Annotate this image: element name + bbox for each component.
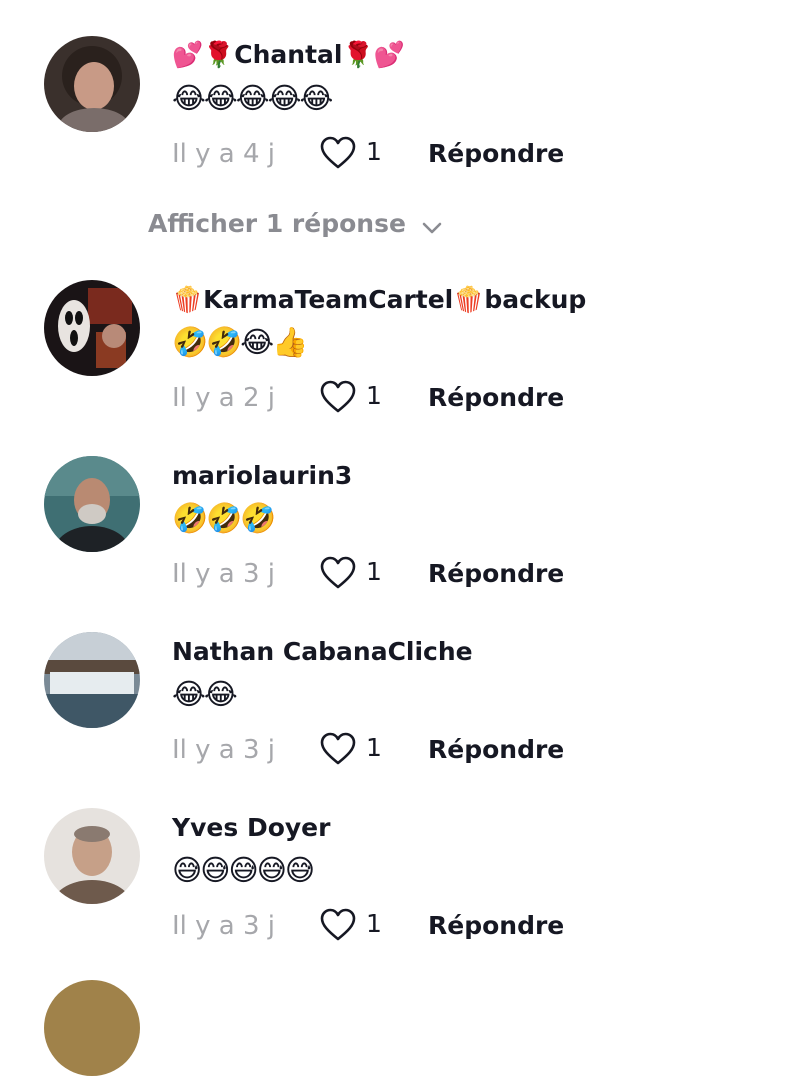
comment-actions: Il y a 3 j 1 Répondre [172, 730, 732, 770]
comment-time: Il y a 4 j [172, 139, 276, 169]
heart-outline-icon [320, 908, 356, 941]
heart-outline-icon [320, 136, 356, 169]
comment-username[interactable]: 💕🌹Chantal🌹💕 [172, 38, 405, 72]
comment-username[interactable]: Yves Doyer [172, 811, 330, 845]
heart-outline-icon [320, 556, 356, 589]
comment-text: 🤣🤣🤣 [172, 501, 276, 535]
avatar-image [44, 632, 140, 728]
like-count: 1 [366, 557, 382, 586]
avatar[interactable] [44, 36, 140, 132]
reply-button[interactable]: Répondre [428, 134, 564, 174]
avatar-image [44, 808, 140, 904]
comment-text: 😂😂 [172, 677, 238, 711]
chevron-down-icon [422, 222, 442, 233]
view-replies-label: Afficher 1 réponse [148, 209, 406, 238]
avatar[interactable] [44, 280, 140, 376]
like-count: 1 [366, 381, 382, 410]
comment-actions: Il y a 3 j 1 Répondre [172, 554, 732, 594]
reply-button[interactable]: Répondre [428, 730, 564, 770]
comment-actions: Il y a 4 j 1 Répondre [172, 134, 732, 174]
comment-time: Il y a 2 j [172, 383, 276, 413]
avatar[interactable] [44, 808, 140, 904]
reply-button[interactable]: Répondre [428, 906, 564, 946]
comment-text: 😅😅😅😅😅 [172, 853, 315, 887]
comment-username[interactable]: 🍿KarmaTeamCartel🍿backup [172, 283, 586, 317]
comment-time: Il y a 3 j [172, 559, 276, 589]
heart-outline-icon [320, 380, 356, 413]
comment-actions: Il y a 2 j 1 Répondre [172, 378, 732, 418]
comment-username[interactable]: Nathan CabanaCliche [172, 635, 473, 669]
comment-username[interactable]: mariolaurin3 [172, 459, 352, 493]
view-replies-button[interactable]: Afficher 1 réponse [148, 204, 442, 244]
avatar-image [44, 456, 140, 552]
like-count: 1 [366, 909, 382, 938]
comment-actions: Il y a 3 j 1 Répondre [172, 906, 732, 946]
avatar[interactable] [44, 632, 140, 728]
comment-time: Il y a 3 j [172, 911, 276, 941]
reply-button[interactable]: Répondre [428, 378, 564, 418]
avatar[interactable] [44, 980, 140, 1076]
avatar-image [44, 280, 140, 376]
reply-button[interactable]: Répondre [428, 554, 564, 594]
comment-time: Il y a 3 j [172, 735, 276, 765]
comment-text: 😂😂😂😂😂 [172, 81, 333, 115]
like-count: 1 [366, 137, 382, 166]
heart-outline-icon [320, 732, 356, 765]
comment-text: 🤣🤣😂👍 [172, 325, 308, 359]
avatar[interactable] [44, 456, 140, 552]
like-count: 1 [366, 733, 382, 762]
avatar-image [44, 36, 140, 132]
